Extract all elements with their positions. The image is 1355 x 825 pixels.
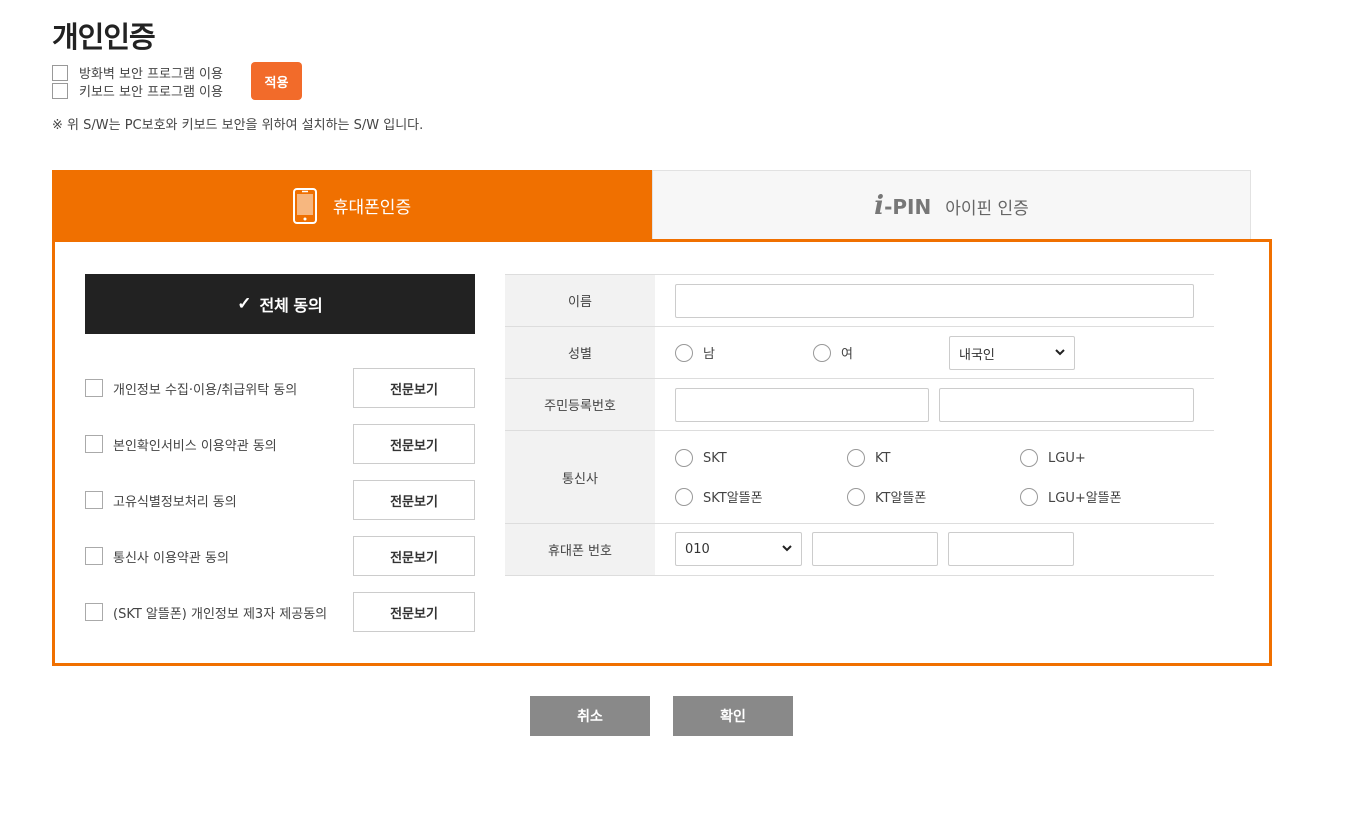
radio-circle[interactable] [847, 449, 865, 467]
agree-item-label: 통신사 이용약관 동의 [113, 550, 229, 566]
carrier-label: 통신사 [505, 431, 655, 523]
carrier-label-text: LGU+알뜰폰 [1048, 491, 1122, 506]
radio-circle[interactable] [675, 343, 693, 362]
view-full-button[interactable]: 전문보기 [353, 592, 475, 632]
chevron-down-icon [782, 545, 792, 552]
check-icon: ✓ [237, 294, 252, 313]
agree-checkbox[interactable] [85, 491, 103, 509]
agree-checkbox[interactable] [85, 603, 103, 621]
tab-phone-label: 휴대폰인증 [332, 198, 412, 218]
carrier-label-text: KT [875, 450, 891, 466]
tab-ipin-auth[interactable]: i -PIN 아이핀 인증 [652, 170, 1251, 241]
gender-female-label: 여 [841, 347, 853, 362]
tab-phone-auth[interactable]: 휴대폰인증 [52, 170, 652, 241]
form-row-carrier: 통신사 SKT KT LGU+ SKT알뜰폰 KT알뜰폰 LGU+알뜰폰 [505, 431, 1214, 524]
carrier-kt-radio[interactable]: KT [847, 449, 890, 467]
agree-all-button[interactable]: ✓ 전체 동의 [85, 274, 475, 334]
apply-button[interactable]: 적용 [251, 62, 302, 100]
agree-item-third-party: (SKT 알뜰폰) 개인정보 제3자 제공동의 전문보기 [85, 592, 475, 632]
keyboard-label: 키보드 보안 프로그램 이용 [79, 85, 223, 100]
agree-item-privacy: 개인정보 수집·이용/취급위탁 동의 전문보기 [85, 368, 475, 408]
ipin-logo-pin: -PIN [884, 195, 932, 219]
view-full-button[interactable]: 전문보기 [353, 368, 475, 408]
rrn-front-input[interactable] [675, 388, 929, 422]
carrier-label-text: SKT [703, 450, 727, 466]
cancel-button[interactable]: 취소 [530, 696, 650, 736]
view-full-button[interactable]: 전문보기 [353, 536, 475, 576]
smartphone-icon [292, 187, 317, 224]
agree-checkbox[interactable] [85, 435, 103, 453]
form-row-rrn: 주민등록번호 [505, 379, 1214, 431]
confirm-button[interactable]: 확인 [673, 696, 793, 736]
security-notice: ※ 위 S/W는 PC보호와 키보드 보안을 위하여 설치하는 S/W 입니다. [52, 118, 424, 133]
firewall-option[interactable]: 방화벽 보안 프로그램 이용 [52, 63, 223, 82]
agree-item-label: 개인정보 수집·이용/취급위탁 동의 [113, 382, 298, 398]
auth-form: 이름 성별 남 여 내국인 주민등록번호 통신사 SKT KT LGU+ SKT… [505, 274, 1214, 576]
ipin-logo-i: i [874, 191, 885, 221]
ipin-logo: i -PIN [874, 191, 931, 221]
view-full-button[interactable]: 전문보기 [353, 480, 475, 520]
radio-circle[interactable] [813, 343, 831, 362]
agree-item-label: 본인확인서비스 이용약관 동의 [113, 438, 277, 454]
rrn-label: 주민등록번호 [505, 379, 655, 430]
agree-item-carrier-terms: 통신사 이용약관 동의 전문보기 [85, 536, 475, 576]
carrier-lgu-mvno-radio[interactable]: LGU+알뜰폰 [1020, 487, 1122, 506]
phone-last-input[interactable] [948, 532, 1074, 566]
firewall-checkbox[interactable] [52, 64, 68, 81]
gender-label: 성별 [505, 327, 655, 378]
rrn-back-input[interactable] [939, 388, 1194, 422]
carrier-label-text: SKT알뜰폰 [703, 491, 763, 506]
radio-circle[interactable] [847, 487, 865, 506]
radio-circle[interactable] [1020, 449, 1038, 467]
carrier-skt-radio[interactable]: SKT [675, 449, 727, 467]
gender-female-radio[interactable]: 여 [813, 343, 853, 362]
phone-prefix-selected: 010 [685, 541, 710, 557]
gender-male-label: 남 [703, 347, 715, 362]
carrier-kt-mvno-radio[interactable]: KT알뜰폰 [847, 487, 926, 506]
name-label: 이름 [505, 275, 655, 326]
firewall-label: 방화벽 보안 프로그램 이용 [79, 67, 223, 82]
agree-item-identity-service: 본인확인서비스 이용약관 동의 전문보기 [85, 424, 475, 464]
phone-label: 휴대폰 번호 [505, 524, 655, 575]
carrier-label-text: KT알뜰폰 [875, 491, 927, 506]
carrier-lgu-radio[interactable]: LGU+ [1020, 449, 1086, 467]
agree-item-label: (SKT 알뜰폰) 개인정보 제3자 제공동의 [113, 606, 328, 622]
agree-item-label: 고유식별정보처리 동의 [113, 494, 237, 510]
form-row-phone: 휴대폰 번호 010 [505, 524, 1214, 576]
keyboard-option[interactable]: 키보드 보안 프로그램 이용 [52, 81, 223, 100]
chevron-down-icon [1055, 349, 1065, 356]
name-input[interactable] [675, 284, 1194, 318]
page-title: 개인인증 [52, 20, 156, 54]
view-full-button[interactable]: 전문보기 [353, 424, 475, 464]
phone-prefix-select[interactable]: 010 [675, 532, 802, 566]
form-row-name: 이름 [505, 275, 1214, 327]
gender-male-radio[interactable]: 남 [675, 343, 715, 362]
nationality-selected: 내국인 [959, 347, 995, 363]
form-row-gender: 성별 남 여 내국인 [505, 327, 1214, 379]
tab-ipin-label: 아이핀 인증 [945, 198, 1029, 219]
carrier-label-text: LGU+ [1048, 450, 1086, 466]
radio-circle[interactable] [1020, 487, 1038, 506]
carrier-skt-mvno-radio[interactable]: SKT알뜰폰 [675, 487, 763, 506]
phone-mid-input[interactable] [812, 532, 938, 566]
radio-circle[interactable] [675, 487, 693, 506]
agree-checkbox[interactable] [85, 379, 103, 397]
radio-circle[interactable] [675, 449, 693, 467]
keyboard-checkbox[interactable] [52, 82, 68, 99]
nationality-select[interactable]: 내국인 [949, 336, 1075, 370]
agree-checkbox[interactable] [85, 547, 103, 565]
agree-all-label: 전체 동의 [259, 298, 323, 315]
agree-item-unique-id: 고유식별정보처리 동의 전문보기 [85, 480, 475, 520]
